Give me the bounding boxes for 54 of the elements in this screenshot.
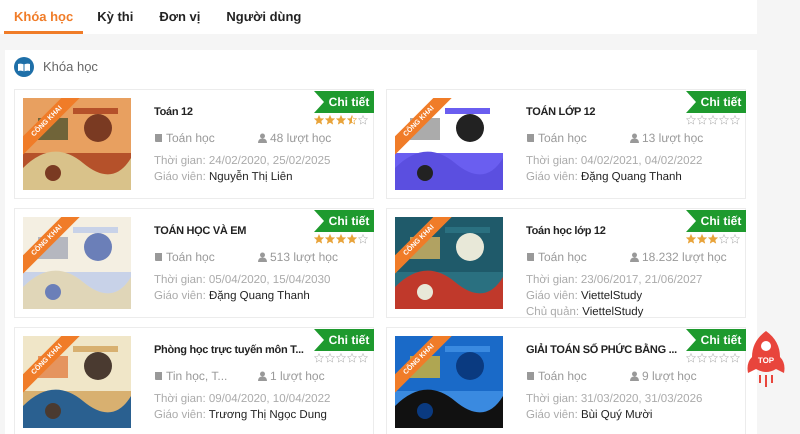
- details-button[interactable]: Chi tiết: [686, 210, 746, 232]
- course-title[interactable]: Toán 12: [154, 104, 193, 120]
- book-icon: [154, 133, 163, 143]
- course-detail: Thời gian: 04/02/2021, 04/02/2022: [526, 154, 704, 169]
- course-title[interactable]: TOÁN HỌC VÀ EM: [154, 223, 246, 240]
- book-icon: [526, 371, 535, 381]
- tab[interactable]: Kỳ thi: [85, 0, 146, 34]
- view-count: 9 lượt học: [642, 368, 697, 385]
- view-count: 18.232 lượt học: [642, 249, 727, 266]
- course-detail: Giáo viên: Đặng Quang Thanh: [526, 170, 683, 185]
- view-count: 13 lượt học: [642, 130, 704, 147]
- course-title[interactable]: GIẢI TOÁN SỐ PHỨC BẰNG ...: [526, 342, 677, 358]
- book-icon: [154, 371, 163, 381]
- course-category: Toán học: [538, 130, 588, 147]
- details-button[interactable]: Chi tiết: [314, 210, 374, 232]
- details-button[interactable]: Chi tiết: [686, 329, 746, 351]
- book-icon: [154, 252, 163, 262]
- course-detail: Giáo viên: Nguyễn Thị Liên: [154, 169, 294, 185]
- course-detail: Thời gian: 31/03/2020, 31/03/2026: [526, 392, 704, 407]
- course-detail: Chủ quản: ViettelStudy: [526, 305, 644, 320]
- course-title[interactable]: TOÁN LỚP 12: [526, 104, 596, 120]
- user-icon: [258, 133, 267, 143]
- book-icon: [14, 57, 34, 77]
- user-icon: [258, 252, 267, 262]
- view-count: 1 lượt học: [270, 368, 325, 385]
- book-icon: [526, 252, 535, 262]
- book-icon: [526, 133, 535, 143]
- user-icon: [258, 371, 267, 381]
- section-title: Khóa học: [43, 58, 98, 76]
- user-icon: [630, 252, 639, 262]
- course-detail: Thời gian: 23/06/2017, 21/06/2027: [526, 273, 704, 288]
- view-count: 513 lượt học: [270, 249, 338, 266]
- course-detail: Giáo viên: Bùi Quý Mười: [526, 408, 654, 423]
- details-button[interactable]: Chi tiết: [686, 91, 746, 113]
- course-category: Toán học: [166, 130, 216, 147]
- course-category: Tin học, T...: [166, 368, 228, 385]
- course-detail: Giáo viên: Trương Thị Ngọc Dung: [154, 408, 328, 423]
- user-icon: [630, 133, 639, 143]
- course-title[interactable]: Phòng học trực tuyến môn T...: [154, 342, 304, 358]
- view-count: 48 lượt học: [270, 130, 332, 147]
- course-detail: Thời gian: 05/04/2020, 15/04/2030: [154, 273, 332, 288]
- course-category: Toán học: [538, 249, 588, 266]
- details-button[interactable]: Chi tiết: [314, 91, 374, 113]
- details-button[interactable]: Chi tiết: [314, 329, 374, 351]
- course-category: Toán học: [538, 368, 588, 385]
- course-title[interactable]: Toán học lớp 12: [526, 223, 606, 240]
- tab[interactable]: Người dùng: [214, 0, 314, 34]
- course-detail: Thời gian: 24/02/2020, 25/02/2025: [154, 154, 332, 169]
- course-detail: Thời gian: 09/04/2020, 10/04/2022: [154, 392, 332, 407]
- user-icon: [630, 371, 639, 381]
- course-detail: Giáo viên: ViettelStudy: [526, 289, 644, 304]
- course-detail: Giáo viên: Đặng Quang Thanh: [154, 289, 311, 304]
- course-category: Toán học: [166, 249, 216, 266]
- tab[interactable]: Đơn vị: [147, 0, 212, 34]
